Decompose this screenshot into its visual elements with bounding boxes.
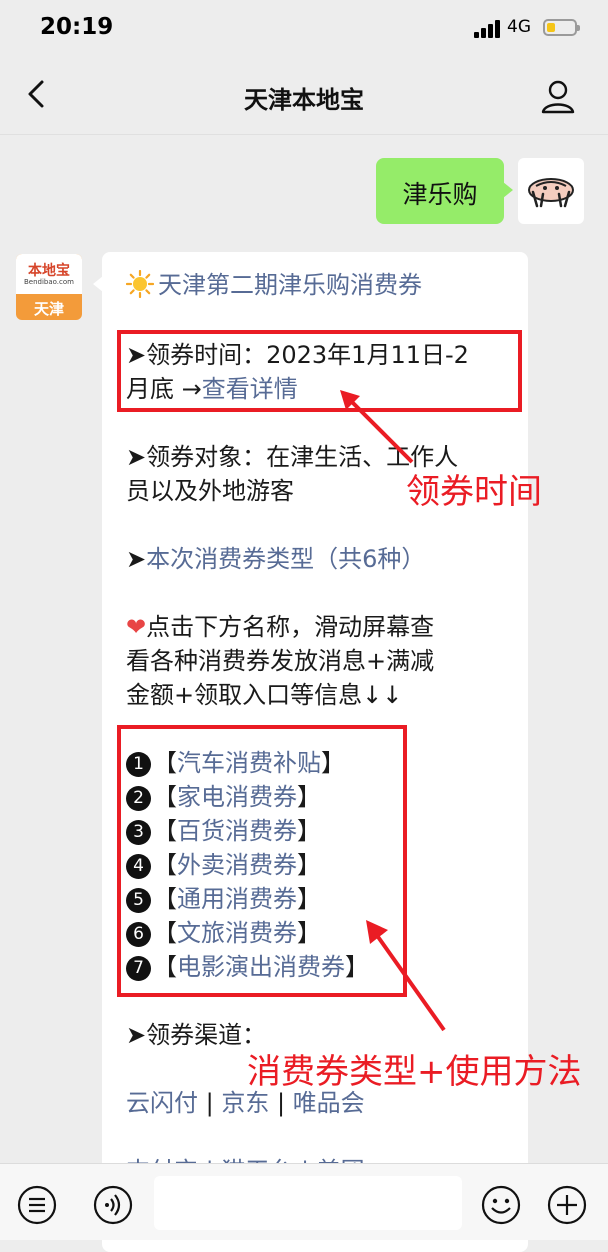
avatar-city-text: 天津 bbox=[33, 300, 64, 318]
heart-icon: ❤ bbox=[126, 613, 147, 641]
avatar-brand-text: 本地宝 bbox=[28, 263, 70, 279]
article-title-line[interactable]: 天津第二期津乐购消费券 bbox=[126, 268, 422, 302]
user-avatar[interactable] bbox=[518, 158, 584, 224]
nav-bar: 天津本地宝 bbox=[0, 56, 608, 135]
article-title: 天津第二期津乐购消费券 bbox=[158, 271, 422, 299]
coupon-type-link[interactable]: 本次消费券类型（共6种） bbox=[146, 545, 425, 573]
target-line-2: 员以及外地游客 bbox=[126, 477, 294, 505]
user-message-text: 津乐购 bbox=[402, 180, 478, 209]
network-label: 4G bbox=[507, 17, 531, 37]
time-highlight-box bbox=[117, 330, 522, 412]
status-bar: 20:19 4G bbox=[0, 0, 608, 56]
user-avatar-image bbox=[528, 178, 574, 208]
channel-link-unionpay[interactable]: 云闪付 bbox=[126, 1089, 198, 1117]
voice-icon[interactable] bbox=[92, 1184, 134, 1226]
profile-icon[interactable] bbox=[538, 76, 578, 116]
plus-icon[interactable] bbox=[546, 1184, 588, 1226]
battery-icon bbox=[543, 19, 580, 36]
coupon-type-line: ➤本次消费券类型（共6种） bbox=[126, 545, 426, 573]
avatar-url-text: Bendibao.com bbox=[23, 278, 74, 286]
time-arrow bbox=[340, 390, 414, 464]
coupon-annotation: 消费券类型+使用方法 bbox=[247, 1052, 582, 1092]
emoji-icon[interactable] bbox=[480, 1184, 522, 1226]
coupon-arrow bbox=[366, 920, 446, 1032]
channel-link-vip[interactable]: 唯品会 bbox=[293, 1089, 365, 1117]
tip-line-3: 金额+领取入口等信息↓↓ bbox=[126, 681, 403, 709]
bottom-input-bar bbox=[0, 1163, 608, 1240]
sender-avatar[interactable]: 本地宝 Bendibao.com 天津 bbox=[16, 254, 82, 320]
page-title: 天津本地宝 bbox=[244, 86, 364, 114]
message-input[interactable] bbox=[154, 1176, 462, 1230]
status-time: 20:19 bbox=[40, 14, 114, 40]
channel-label: ➤领券渠道： bbox=[126, 1021, 267, 1049]
channel-link-jd[interactable]: 京东 bbox=[221, 1089, 269, 1117]
signal-icon bbox=[474, 20, 502, 38]
sun-icon bbox=[126, 270, 154, 298]
tip-line-1: ❤点击下方名称，滑动屏幕查 bbox=[126, 613, 435, 641]
menu-icon[interactable] bbox=[16, 1184, 58, 1226]
user-message-bubble[interactable]: 津乐购 bbox=[376, 158, 513, 224]
tip-line-2: 看各种消费券发放消息+满减 bbox=[126, 647, 435, 675]
time-annotation: 领券时间 bbox=[406, 472, 542, 512]
